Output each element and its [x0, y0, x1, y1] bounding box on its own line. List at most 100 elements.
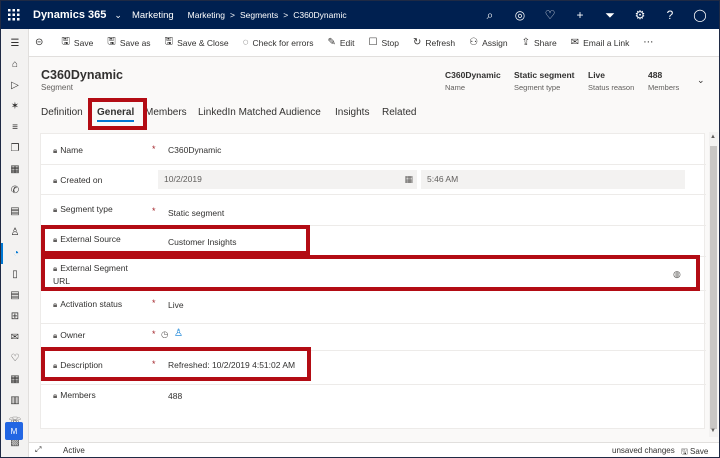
field-row-segment-type: 🔒︎ Segment type * Static segment: [41, 195, 706, 226]
tab-members[interactable]: Members: [145, 107, 187, 118]
name-field[interactable]: C360Dynamic: [168, 145, 221, 155]
header-members-value: 488: [648, 70, 663, 80]
document-icon[interactable]: ▯: [1, 264, 29, 285]
calendar-alt-icon[interactable]: ▥: [1, 390, 29, 411]
breadcrumb-marketing[interactable]: Marketing: [188, 10, 225, 20]
area-switcher-avatar[interactable]: M: [5, 422, 23, 440]
chevron-down-icon[interactable]: ⌄: [697, 75, 705, 86]
header-members-label: Members: [648, 83, 680, 92]
required-marker: *: [152, 329, 156, 339]
created-on-date-field[interactable]: 10/2/2019 ▦: [158, 170, 417, 189]
required-marker: *: [152, 206, 156, 216]
created-on-label-text: Created on: [60, 175, 103, 185]
save-icon: 🖫: [681, 447, 691, 456]
members-field[interactable]: 488: [168, 391, 182, 401]
phone-icon[interactable]: ✆: [1, 180, 29, 201]
assign-button[interactable]: ⚇ Assign: [469, 37, 507, 48]
back-button[interactable]: ⊝: [35, 37, 47, 48]
lightbulb-icon[interactable]: ♡: [535, 8, 565, 22]
chevron-down-icon[interactable]: ⌄: [114, 10, 122, 21]
heart-icon[interactable]: ♡: [1, 348, 29, 369]
refresh-button[interactable]: ↻ Refresh: [413, 37, 455, 48]
record-header: C360Dynamic Segment C360Dynamic Name Sta…: [29, 57, 719, 99]
home-icon[interactable]: ⌂: [1, 54, 29, 75]
header-field-status: Live Status reason: [588, 70, 634, 92]
owner-label: 🔒︎ Owner: [53, 329, 85, 342]
task-flow-icon[interactable]: ◎: [505, 8, 535, 22]
user-icon[interactable]: ◯: [685, 8, 715, 22]
name-label: 🔒︎ Name: [53, 144, 83, 157]
status-save-label: Save: [690, 447, 709, 456]
owner-person-icon[interactable]: ♙: [174, 328, 183, 339]
owner-status-icon: ◷: [161, 329, 169, 339]
created-on-time-field[interactable]: 5:46 AM: [421, 170, 685, 189]
activation-status-label-text: Activation status: [60, 299, 123, 309]
play-icon[interactable]: ▷: [1, 75, 29, 96]
email-link-label: Email a Link: [583, 37, 630, 48]
field-row-name: 🔒︎ Name * C360Dynamic: [41, 134, 706, 165]
expand-icon[interactable]: ⤢: [35, 445, 41, 455]
status-save-button[interactable]: 🖫 Save: [681, 446, 708, 457]
highlight-description: [41, 347, 311, 381]
gear-icon[interactable]: ⚙: [625, 8, 655, 22]
segment-type-label: 🔒︎ Segment type: [53, 203, 113, 216]
check-icon: ◌: [242, 37, 249, 48]
tab-linkedin-matched-audience[interactable]: LinkedIn Matched Audience: [198, 107, 321, 118]
scrollbar-thumb[interactable]: [710, 146, 717, 429]
contacts-icon[interactable]: ▤: [1, 201, 29, 222]
breadcrumb-segments[interactable]: Segments: [240, 10, 278, 20]
tab-definition[interactable]: Definition: [41, 107, 83, 118]
segments-icon[interactable]: ◔: [1, 243, 29, 264]
scroll-up-icon[interactable]: ▲: [710, 134, 716, 140]
scroll-down-icon[interactable]: ▼: [710, 428, 716, 434]
name-label-text: Name: [60, 145, 83, 155]
app-name[interactable]: Dynamics 365: [33, 9, 106, 21]
email-link-button[interactable]: ✉ Email a Link: [571, 37, 630, 48]
segment-type-field[interactable]: Static segment: [168, 208, 224, 218]
stop-button[interactable]: ☐ Stop: [369, 37, 399, 48]
mail-icon[interactable]: ✉: [1, 327, 29, 348]
search-icon[interactable]: ⌕: [475, 8, 505, 23]
documents-icon[interactable]: ❐: [1, 138, 29, 159]
app-window: Dynamics 365 ⌄ Marketing Marketing > Seg…: [1, 1, 719, 457]
header-status-value: Live: [588, 70, 606, 80]
segment-type-label-text: Segment type: [60, 204, 113, 214]
check-errors-button[interactable]: ◌ Check for errors: [243, 37, 314, 48]
pin-icon[interactable]: ✶: [1, 96, 29, 117]
tab-related[interactable]: Related: [382, 107, 416, 118]
hamburger-icon[interactable]: ☰: [1, 33, 29, 54]
activation-status-field[interactable]: Live: [168, 300, 184, 310]
form-scrollbar[interactable]: ▲ ▼: [709, 132, 718, 437]
lock-icon: 🔒︎: [53, 391, 58, 400]
plus-icon[interactable]: +: [565, 8, 595, 22]
field-row-members: 🔒︎ Members 488: [41, 385, 706, 415]
top-icons: ⌕ ◎ ♡ + ⏷ ⚙ ? ◯: [475, 1, 715, 29]
filter-icon[interactable]: ⏷: [595, 8, 625, 23]
person-icon[interactable]: ♙: [1, 222, 29, 243]
save-as-button[interactable]: 🖫 Save as: [107, 34, 150, 51]
area-name[interactable]: Marketing: [132, 10, 174, 21]
lock-icon: 🔒︎: [53, 176, 58, 185]
assign-label: Assign: [482, 37, 508, 48]
calendar-icon[interactable]: ▦: [1, 159, 29, 180]
more-commands-button[interactable]: ⋯: [643, 37, 657, 48]
event-icon[interactable]: ▦: [1, 369, 29, 390]
sliders-icon[interactable]: ≡: [1, 117, 29, 138]
share-label: Share: [534, 37, 557, 48]
list-icon[interactable]: ▤: [1, 285, 29, 306]
app-launcher-icon[interactable]: [1, 1, 27, 29]
lock-icon: 🔒︎: [53, 146, 58, 155]
status-bar: ⤢ Active unsaved changes 🖫 Save: [29, 442, 719, 457]
edit-button[interactable]: ✎ Edit: [327, 37, 354, 48]
tab-insights[interactable]: Insights: [335, 107, 369, 118]
save-close-label: Save & Close: [177, 37, 229, 48]
members-label-text: Members: [60, 390, 96, 400]
save-button[interactable]: 🖫 Save: [61, 34, 93, 51]
help-icon[interactable]: ?: [655, 8, 685, 22]
activation-status-label: 🔒︎ Activation status: [53, 298, 122, 311]
calendar-icon[interactable]: ▦: [404, 170, 413, 189]
header-field-members: 488 Members: [648, 70, 679, 92]
save-close-button[interactable]: 🖫 Save & Close: [165, 34, 229, 51]
layers-icon[interactable]: ⊞: [1, 306, 29, 327]
share-button[interactable]: ⇪ Share: [522, 37, 557, 48]
